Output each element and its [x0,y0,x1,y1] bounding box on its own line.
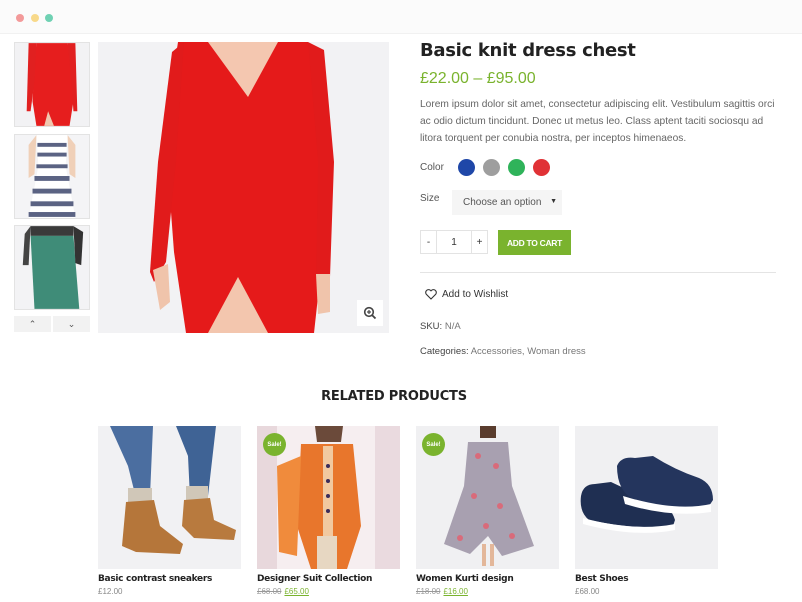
sku-meta: SKU: N/A [420,321,461,332]
sale-price: £65.00 [284,587,309,596]
chevron-down-icon: ⌄ [67,318,76,329]
product-description: Lorem ipsum dolor sit amet, consectetur … [420,99,775,144]
image-zoom-button[interactable] [357,300,383,326]
thumbnail-prev-button[interactable]: ⌃ [14,316,51,332]
gallery-thumbnail-striped-dress[interactable] [14,134,90,219]
gallery-thumbnail-red-dress[interactable] [14,42,90,127]
related-product-card[interactable]: Sale! Designer Suit Collection £68.00 £65… [257,426,400,596]
old-price: £68.00 [257,587,282,596]
size-select[interactable]: Choose an option ▼ [452,190,562,215]
sku-value: N/A [444,321,461,332]
size-select-value: Choose an option [463,197,542,208]
color-label: Color [420,162,444,173]
color-swatch-blue[interactable] [458,159,475,176]
color-swatch-grey[interactable] [483,159,500,176]
quantity-minus-button[interactable]: - [420,230,437,254]
sale-badge: Sale! [422,433,445,456]
product-name[interactable]: Best Shoes [575,574,718,584]
related-product-card[interactable]: Basic contrast sneakers £12.00 [98,426,241,596]
zoom-in-icon [363,306,377,320]
product-image[interactable] [575,426,718,569]
product-name[interactable]: Designer Suit Collection [257,574,400,584]
sale-badge: Sale! [263,433,286,456]
size-label: Size [420,193,440,204]
color-swatch-green[interactable] [508,159,525,176]
old-price: £18.00 [416,587,441,596]
window-titlebar [0,0,802,34]
quantity-input[interactable]: 1 [436,230,472,254]
product-price: £12.00 [98,587,123,596]
related-products-heading: RELATED PRODUCTS [321,389,467,404]
sku-label: SKU: [420,321,443,332]
product-image[interactable]: Sale! [416,426,559,569]
add-to-cart-button[interactable]: ADD TO CART [498,230,571,255]
categories-meta: Categories: Accessories, Woman dress [420,346,586,357]
chevron-up-icon: ⌃ [28,318,37,329]
heart-icon [425,289,437,300]
main-product-image[interactable] [98,42,389,333]
product-price: £18.00 £16.00 [416,587,559,596]
product-image[interactable] [98,426,241,569]
minimize-window-button[interactable] [31,14,39,22]
product-price: £68.00 £65.00 [257,587,400,596]
thumbnail-next-button[interactable]: ⌄ [53,316,90,332]
product-image[interactable]: Sale! [257,426,400,569]
categories-label: Categories: [420,346,469,357]
add-to-wishlist-link[interactable]: Add to Wishlist [425,289,508,300]
related-product-card[interactable]: Sale! Women Kurti design £18.00 £16.00 [416,426,559,596]
categories-links[interactable]: Accessories, Woman dress [471,346,586,357]
product-name[interactable]: Women Kurti design [416,574,559,584]
product-price: £22.00 – £95.00 [420,70,536,87]
related-product-card[interactable]: Best Shoes £68.00 [575,426,718,596]
quantity-plus-button[interactable]: + [471,230,488,254]
color-swatch-red[interactable] [533,159,550,176]
close-window-button[interactable] [16,14,24,22]
maximize-window-button[interactable] [45,14,53,22]
product-price: £68.00 [575,587,600,596]
product-title: Basic knit dress chest [420,40,636,61]
wishlist-label: Add to Wishlist [442,289,509,300]
divider [420,272,776,273]
product-name[interactable]: Basic contrast sneakers [98,574,241,584]
gallery-thumbnail-green-skirt[interactable] [14,225,90,310]
caret-down-icon: ▼ [550,198,557,205]
sale-price: £16.00 [443,587,468,596]
